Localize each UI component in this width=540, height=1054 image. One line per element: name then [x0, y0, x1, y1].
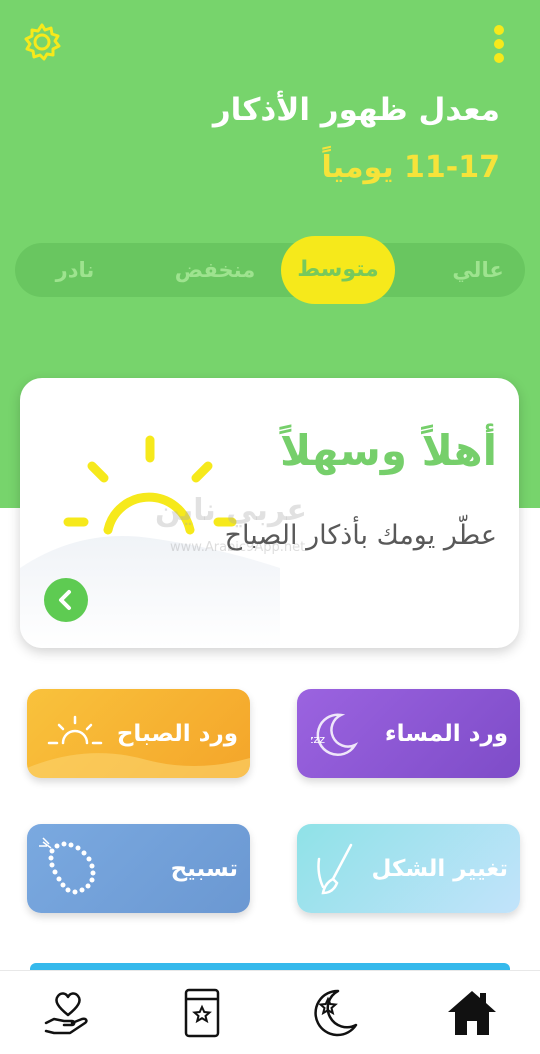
- home-icon: [448, 991, 496, 1035]
- chevron-left-icon: [59, 590, 71, 610]
- heart-hand-icon: [44, 992, 88, 1035]
- welcome-text: عطّر يومك بأذكار الصباح: [224, 520, 497, 551]
- nav-book-button[interactable]: [174, 985, 230, 1041]
- moon-star-icon: [314, 989, 358, 1037]
- evening-wird-label: ورد المساء: [384, 720, 508, 747]
- change-look-button[interactable]: تغيير الشكل: [297, 824, 520, 913]
- page-title: معدل ظهور الأذكار: [212, 92, 500, 128]
- frequency-option-medium[interactable]: متوسط: [281, 236, 395, 304]
- prayer-beads-icon: [35, 824, 105, 913]
- book-star-icon: [184, 988, 220, 1038]
- more-vertical-icon[interactable]: [492, 24, 506, 64]
- tasbih-button[interactable]: تسبيح: [27, 824, 250, 913]
- welcome-card: عربي ناين www.Arabic9App.net أهلاً وسهلا…: [20, 378, 519, 648]
- tasbih-label: تسبيح: [170, 855, 238, 882]
- sunrise-icon: [45, 689, 105, 778]
- frequency-value: 11-17 يومياً: [321, 150, 500, 185]
- change-look-label: تغيير الشكل: [371, 855, 508, 882]
- brush-icon: [311, 824, 361, 913]
- settings-gear-icon[interactable]: [22, 22, 62, 62]
- svg-text:zzz: zzz: [311, 733, 325, 746]
- nav-favorites-button[interactable]: [40, 985, 96, 1041]
- card-next-button[interactable]: [44, 578, 88, 622]
- nav-home-button[interactable]: [444, 985, 500, 1041]
- morning-wird-label: ورد الصباح: [116, 720, 238, 747]
- morning-wird-button[interactable]: ورد الصباح: [27, 689, 250, 778]
- evening-wird-button[interactable]: zzz ورد المساء: [297, 689, 520, 778]
- nav-moon-star-button[interactable]: [306, 985, 362, 1041]
- frequency-option-low[interactable]: منخفض: [155, 243, 275, 297]
- welcome-title: أهلاً وسهلاً: [279, 426, 497, 475]
- frequency-option-high[interactable]: عالي: [423, 243, 533, 297]
- moon-sleep-icon: zzz: [311, 689, 361, 778]
- frequency-option-rare[interactable]: نادر: [25, 243, 125, 297]
- frequency-selector: عالي منخفض نادر: [15, 243, 525, 297]
